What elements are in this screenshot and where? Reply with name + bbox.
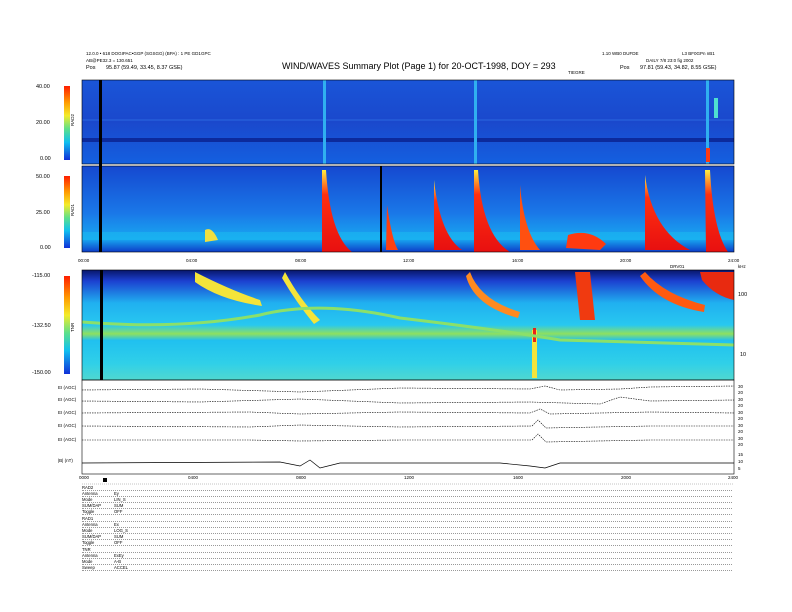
time-tick-2000: 20:00 (620, 258, 632, 263)
rad2-streak-0830 (323, 80, 326, 164)
footer-key: TNR (82, 547, 91, 552)
tnr-tick-mid: -132.50 (32, 323, 51, 329)
tnr-right-tick-100: 100 (738, 292, 748, 298)
trace-label-4: EI (AGC) (58, 423, 77, 428)
tnr-label: TNR (70, 322, 75, 332)
tnr-right-tick-10: 10 (740, 352, 747, 358)
bottom-tick-1200: 1200 (404, 475, 415, 480)
time-marker-label: DRV01 (670, 264, 685, 269)
footer-value: OFF (114, 540, 123, 545)
rad2-red-patch (706, 148, 710, 162)
footer-key: SUM/DAP (82, 503, 102, 508)
time-tick-0000: 00:00 (78, 258, 90, 263)
footer-key: Sweep (82, 565, 95, 570)
trace-3-tick-a: 30 (738, 410, 744, 415)
trace-line-4 (81, 419, 734, 429)
bottom-tick-2000: 2000 (621, 475, 632, 480)
footer-value: LIN_S (114, 497, 126, 502)
rad1-tick-top: 50.00 (36, 174, 50, 180)
footer-key: Toggle (82, 509, 95, 514)
trace-line-2 (81, 396, 735, 405)
rad2-tick-top: 40.00 (36, 84, 50, 90)
rad2-spectrogram (82, 80, 734, 164)
trace-line-5 (82, 433, 734, 443)
footer-value: Ex (114, 522, 119, 527)
footer-key: Mode (82, 559, 93, 564)
time-tick-1200: 12:00 (403, 258, 415, 263)
trace-line-1 (81, 385, 735, 393)
footer-value: SUM (114, 534, 124, 539)
footer-value: ACCEL (114, 565, 128, 570)
footer-key: Toggle (82, 540, 95, 545)
rad2-tick-mid: 20.00 (36, 120, 50, 126)
trace-5-tick-b: 20 (738, 442, 744, 447)
rad1-tick-mid: 25.00 (36, 210, 50, 216)
bmag-tick-5: 5 (738, 466, 741, 471)
rad1-label: RAD1 (70, 203, 75, 216)
bottom-tick-0800: 0800 (296, 475, 307, 480)
footer-value: OFF (114, 509, 123, 514)
trace-4-tick-a: 30 (738, 423, 744, 428)
trace-label-1: EI (AGC) (58, 385, 77, 390)
footer-key: RAD1 (82, 516, 94, 521)
tnr-gap-bar (100, 270, 103, 380)
trace-label-5: EI (AGC) (58, 437, 77, 442)
footer-key: Antenna (82, 553, 98, 558)
trace-label-bmag: |B| (nT) (58, 458, 73, 463)
footer-key: Mode (82, 528, 93, 533)
tnr-right-unit: kHz (738, 264, 746, 269)
rad1-lower-band (82, 232, 734, 240)
footer-key: Antenna (82, 491, 98, 496)
trace-2-tick-a: 30 (738, 397, 744, 402)
rad2-dark-band (82, 138, 734, 142)
rad2-label: RAD2 (70, 113, 75, 126)
bmag-tick-10: 10 (738, 459, 744, 464)
time-tick-0800: 08:00 (295, 258, 307, 263)
trace-1-tick-b: 20 (738, 390, 744, 395)
time-tick-0400: 04:00 (186, 258, 198, 263)
footer-key: RAD2 (82, 485, 94, 490)
footer-value: LOG_S (114, 528, 128, 533)
footer-row: Sweep ACCEL (82, 565, 732, 571)
time-tick-2400: 24:00 (728, 258, 740, 263)
footer-value: SUM (114, 503, 124, 508)
rad2-tick-bot: 0.00 (40, 156, 51, 162)
bottom-tick-2400: 2400 (728, 475, 739, 480)
time-tick-1600: 16:00 (512, 258, 524, 263)
bottom-tick-0000: 0000 (79, 475, 90, 480)
rad1-tick-bot: 0.00 (40, 245, 51, 251)
rad2-cyan-patch (714, 98, 718, 118)
footer-key: SUM/DAP (82, 534, 102, 539)
bottom-tick-0400: 0400 (188, 475, 199, 480)
tnr-tick-bot: -150.00 (32, 370, 51, 376)
trace-label-2: EI (AGC) (58, 397, 77, 402)
footer-key: Antenna (82, 522, 98, 527)
time-marker-block (103, 478, 107, 482)
trace-5-tick-a: 30 (738, 436, 744, 441)
rad2-streak-1430 (474, 80, 477, 164)
footer-value: A-B (114, 559, 121, 564)
tnr-tick-top: -115.00 (32, 273, 51, 279)
trace-4-tick-b: 20 (738, 429, 744, 434)
rad1-gap-bar (380, 166, 382, 252)
footer-value: Ey (114, 491, 119, 496)
footer-key: Mode (82, 497, 93, 502)
trace-line-bmag (81, 459, 734, 469)
footer-row: Toggle OFF (82, 540, 732, 546)
trace-line-3 (81, 408, 735, 415)
trace-label-3: EI (AGC) (58, 410, 77, 415)
footer-value: ExEy (114, 553, 124, 558)
trace-1-tick-a: 30 (738, 384, 744, 389)
bottom-tick-1600: 1600 (513, 475, 524, 480)
bmag-tick-15: 15 (738, 452, 744, 457)
trace-3-tick-b: 20 (738, 416, 744, 421)
footer-row: Toggle OFF (82, 509, 732, 515)
trace-2-tick-b: 20 (738, 403, 744, 408)
